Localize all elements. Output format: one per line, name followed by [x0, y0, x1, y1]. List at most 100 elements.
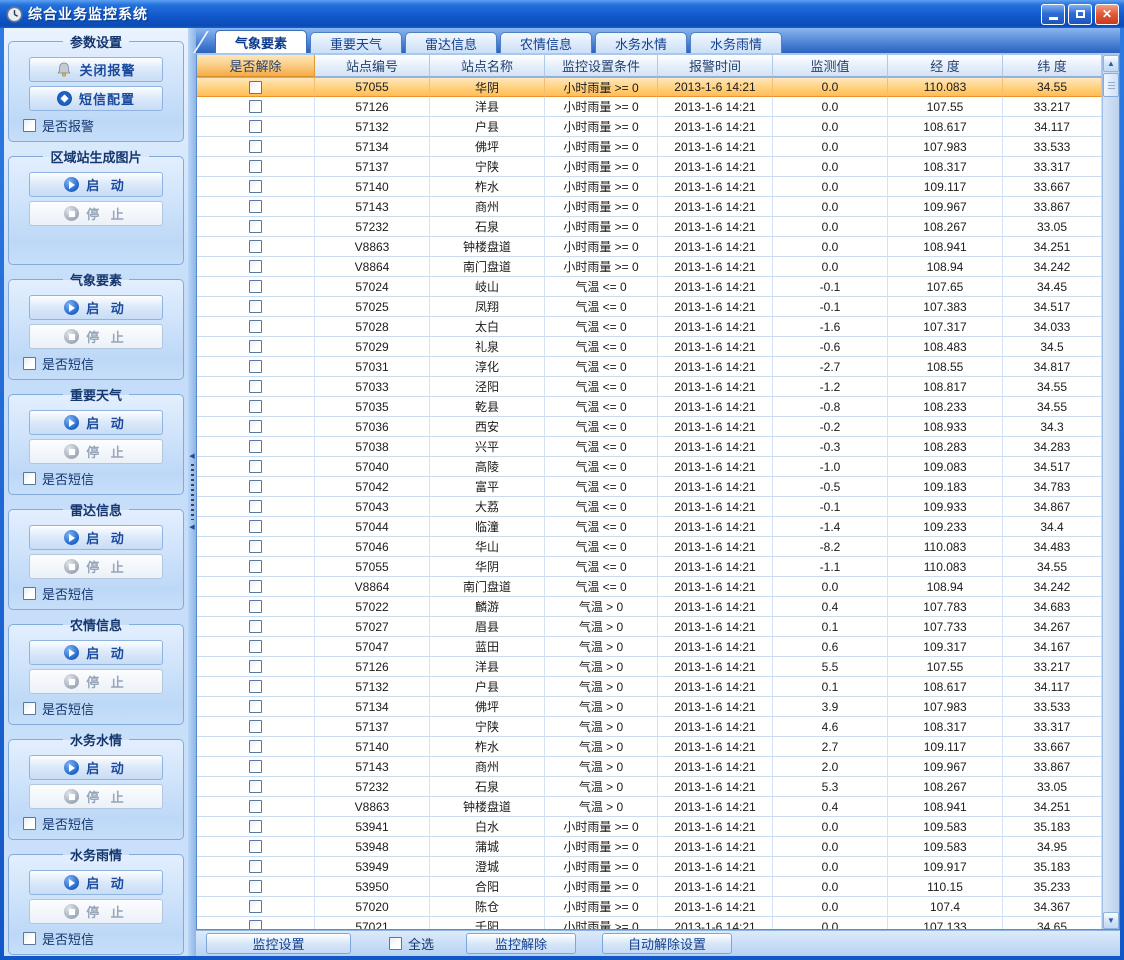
tab-水务雨情[interactable]: 水务雨情	[690, 32, 782, 53]
table-row[interactable]: 57046华山气温 <= 02013-1-6 14:21-8.2110.0833…	[197, 537, 1102, 557]
release-checkbox[interactable]	[249, 520, 262, 533]
start-button[interactable]: 启 动	[29, 755, 163, 780]
release-checkbox[interactable]	[249, 400, 262, 413]
monitor-set-button[interactable]: 监控设置	[206, 933, 351, 954]
table-row[interactable]: 57047蓝田气温 > 02013-1-6 14:210.6109.31734.…	[197, 637, 1102, 657]
stop-button[interactable]: 停 止	[29, 784, 163, 809]
table-row[interactable]: 57029礼泉气温 <= 02013-1-6 14:21-0.6108.4833…	[197, 337, 1102, 357]
tab-雷达信息[interactable]: 雷达信息	[405, 32, 497, 53]
release-checkbox[interactable]	[249, 480, 262, 493]
stop-button[interactable]: 停 止	[29, 324, 163, 349]
table-row[interactable]: 57132户县小时雨量 >= 02013-1-6 14:210.0108.617…	[197, 117, 1102, 137]
table-row[interactable]: 57140柞水小时雨量 >= 02013-1-6 14:210.0109.117…	[197, 177, 1102, 197]
column-header[interactable]: 是否解除	[197, 55, 315, 77]
start-button[interactable]: 启 动	[29, 295, 163, 320]
release-checkbox[interactable]	[249, 500, 262, 513]
release-checkbox[interactable]	[249, 200, 262, 213]
table-row[interactable]: 57143商州小时雨量 >= 02013-1-6 14:210.0109.967…	[197, 197, 1102, 217]
release-checkbox[interactable]	[249, 120, 262, 133]
release-checkbox[interactable]	[249, 880, 262, 893]
release-checkbox[interactable]	[249, 800, 262, 813]
start-button[interactable]: 启 动	[29, 870, 163, 895]
scroll-up-icon[interactable]: ▲	[1103, 55, 1119, 72]
release-checkbox[interactable]	[249, 340, 262, 353]
table-row[interactable]: 57132户县气温 > 02013-1-6 14:210.1108.61734.…	[197, 677, 1102, 697]
release-checkbox[interactable]	[249, 180, 262, 193]
monitor-release-button[interactable]: 监控解除	[466, 933, 576, 954]
table-row[interactable]: 57137宁陕小时雨量 >= 02013-1-6 14:210.0108.317…	[197, 157, 1102, 177]
release-checkbox[interactable]	[249, 560, 262, 573]
stop-button[interactable]: 停 止	[29, 669, 163, 694]
start-button[interactable]: 启 动	[29, 640, 163, 665]
scrollbar-thumb[interactable]	[1103, 73, 1119, 97]
tab-水务水情[interactable]: 水务水情	[595, 32, 687, 53]
sms-enabled-checkbox[interactable]	[23, 932, 36, 945]
release-checkbox[interactable]	[249, 460, 262, 473]
release-checkbox[interactable]	[249, 280, 262, 293]
collapse-left-icon[interactable]: ◀	[189, 453, 194, 460]
release-checkbox[interactable]	[249, 580, 262, 593]
column-header[interactable]: 纬 度	[1003, 55, 1102, 77]
scrollbar-track[interactable]	[1103, 98, 1119, 912]
table-row[interactable]: 57043大荔气温 <= 02013-1-6 14:21-0.1109.9333…	[197, 497, 1102, 517]
collapse-left-icon[interactable]: ◀	[189, 524, 194, 531]
table-row[interactable]: 57126洋县气温 > 02013-1-6 14:215.5107.5533.2…	[197, 657, 1102, 677]
release-checkbox[interactable]	[249, 720, 262, 733]
tab-重要天气[interactable]: 重要天气	[310, 32, 402, 53]
column-header[interactable]: 报警时间	[658, 55, 773, 77]
table-row[interactable]: 57036西安气温 <= 02013-1-6 14:21-0.2108.9333…	[197, 417, 1102, 437]
table-row[interactable]: 57021千阳小时雨量 >= 02013-1-6 14:210.0107.133…	[197, 917, 1102, 929]
maximize-button[interactable]	[1068, 4, 1092, 25]
table-row[interactable]: 57055华阴小时雨量 >= 02013-1-6 14:210.0110.083…	[197, 77, 1102, 97]
table-row[interactable]: V8863钟楼盘道小时雨量 >= 02013-1-6 14:210.0108.9…	[197, 237, 1102, 257]
start-button[interactable]: 启 动	[29, 525, 163, 550]
column-header[interactable]: 站点名称	[430, 55, 545, 77]
column-header[interactable]: 监测值	[773, 55, 888, 77]
table-row[interactable]: 57020陈仓小时雨量 >= 02013-1-6 14:210.0107.434…	[197, 897, 1102, 917]
table-row[interactable]: 57024岐山气温 <= 02013-1-6 14:21-0.1107.6534…	[197, 277, 1102, 297]
table-row[interactable]: 57134佛坪小时雨量 >= 02013-1-6 14:210.0107.983…	[197, 137, 1102, 157]
stop-button[interactable]: 停 止	[29, 439, 163, 464]
release-checkbox[interactable]	[249, 440, 262, 453]
release-checkbox[interactable]	[249, 740, 262, 753]
table-row[interactable]: 57025凤翔气温 <= 02013-1-6 14:21-0.1107.3833…	[197, 297, 1102, 317]
table-row[interactable]: 57042富平气温 <= 02013-1-6 14:21-0.5109.1833…	[197, 477, 1102, 497]
vertical-scrollbar[interactable]: ▲ ▼	[1102, 55, 1119, 929]
table-row[interactable]: 57031淳化气温 <= 02013-1-6 14:21-2.7108.5534…	[197, 357, 1102, 377]
table-row[interactable]: 57027眉县气温 > 02013-1-6 14:210.1107.73334.…	[197, 617, 1102, 637]
release-checkbox[interactable]	[249, 820, 262, 833]
release-checkbox[interactable]	[249, 540, 262, 553]
auto-release-settings-button[interactable]: 自动解除设置	[602, 933, 732, 954]
release-checkbox[interactable]	[249, 360, 262, 373]
sms-enabled-checkbox[interactable]	[23, 702, 36, 715]
sms-enabled-checkbox[interactable]	[23, 817, 36, 830]
release-checkbox[interactable]	[249, 260, 262, 273]
release-checkbox[interactable]	[249, 600, 262, 613]
table-row[interactable]: 57232石泉气温 > 02013-1-6 14:215.3108.26733.…	[197, 777, 1102, 797]
table-row[interactable]: 57143商州气温 > 02013-1-6 14:212.0109.96733.…	[197, 757, 1102, 777]
sms-enabled-checkbox[interactable]	[23, 472, 36, 485]
tab-气象要素[interactable]: 气象要素	[215, 30, 307, 53]
table-row[interactable]: 57022麟游气温 > 02013-1-6 14:210.4107.78334.…	[197, 597, 1102, 617]
column-header[interactable]: 经 度	[888, 55, 1003, 77]
table-row[interactable]: V8864南门盘道小时雨量 >= 02013-1-6 14:210.0108.9…	[197, 257, 1102, 277]
release-checkbox[interactable]	[249, 140, 262, 153]
start-button[interactable]: 启 动	[29, 172, 163, 197]
table-row[interactable]: 57140柞水气温 > 02013-1-6 14:212.7109.11733.…	[197, 737, 1102, 757]
release-checkbox[interactable]	[249, 300, 262, 313]
release-checkbox[interactable]	[249, 700, 262, 713]
release-checkbox[interactable]	[249, 760, 262, 773]
table-row[interactable]: 57033泾阳气温 <= 02013-1-6 14:21-1.2108.8173…	[197, 377, 1102, 397]
table-row[interactable]: 53950合阳小时雨量 >= 02013-1-6 14:210.0110.153…	[197, 877, 1102, 897]
release-checkbox[interactable]	[249, 680, 262, 693]
table-row[interactable]: 57137宁陕气温 > 02013-1-6 14:214.6108.31733.…	[197, 717, 1102, 737]
table-row[interactable]: 57035乾县气温 <= 02013-1-6 14:21-0.8108.2333…	[197, 397, 1102, 417]
minimize-button[interactable]	[1041, 4, 1065, 25]
stop-button[interactable]: 停 止	[29, 201, 163, 226]
sidebar-splitter[interactable]: ◀ ◀	[188, 28, 196, 956]
table-row[interactable]: 57044临潼气温 <= 02013-1-6 14:21-1.4109.2333…	[197, 517, 1102, 537]
table-row[interactable]: 57028太白气温 <= 02013-1-6 14:21-1.6107.3173…	[197, 317, 1102, 337]
release-checkbox[interactable]	[249, 220, 262, 233]
start-button[interactable]: 启 动	[29, 410, 163, 435]
release-checkbox[interactable]	[249, 420, 262, 433]
